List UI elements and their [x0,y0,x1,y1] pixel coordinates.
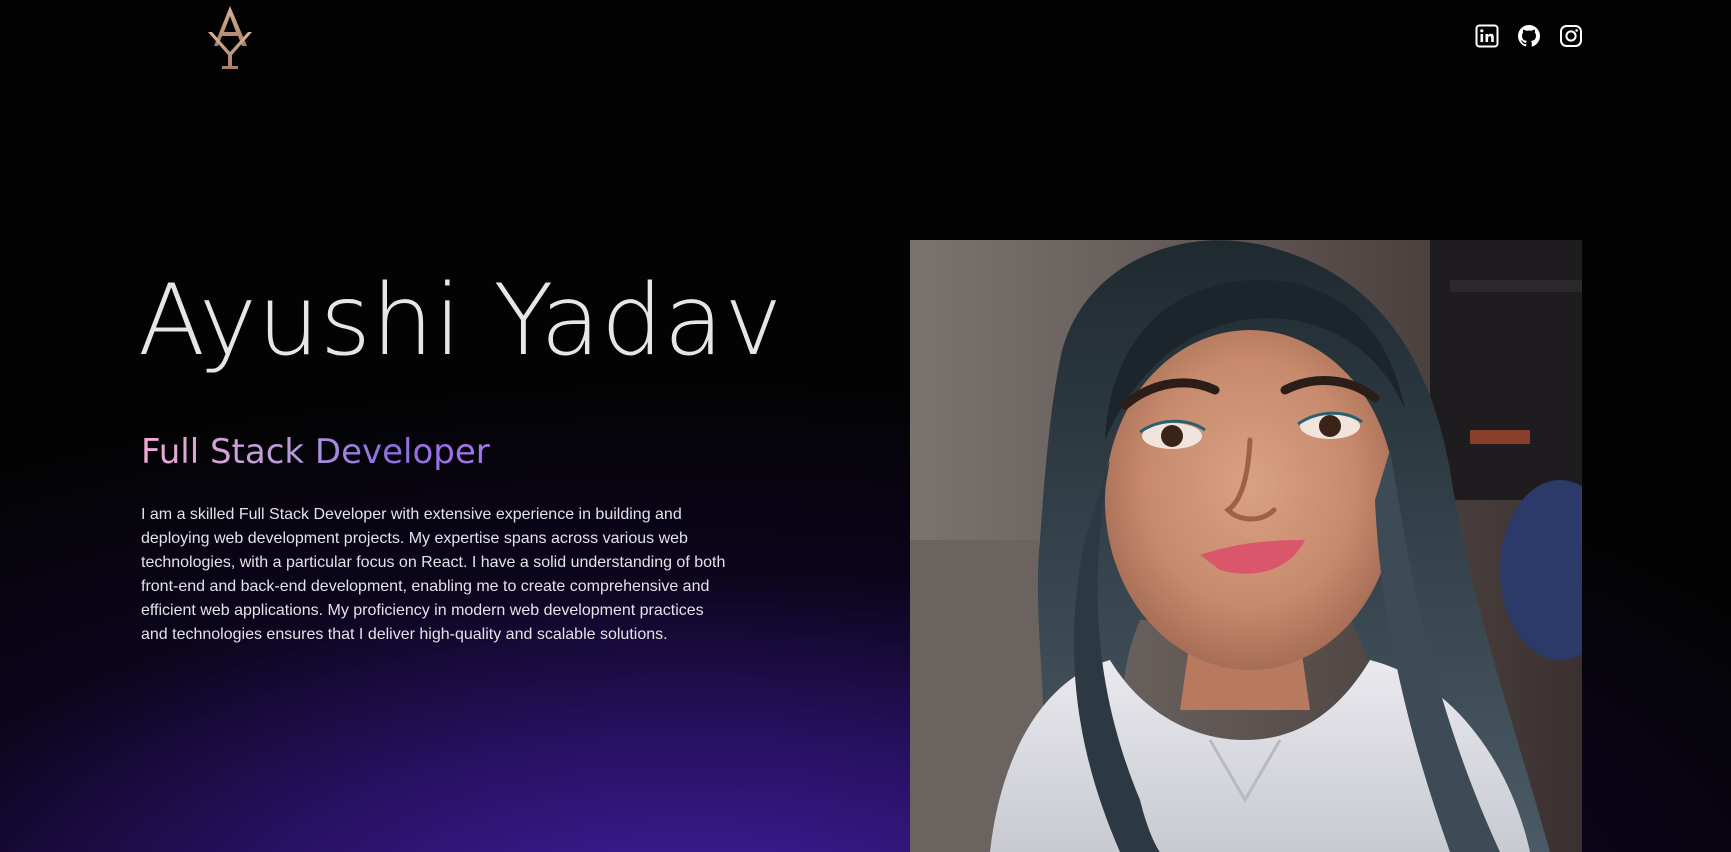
linkedin-icon [1475,24,1499,48]
profile-photo-illustration [910,240,1582,852]
social-links [1475,24,1583,48]
github-link[interactable] [1517,24,1541,48]
github-icon [1518,25,1540,47]
hero-role: Full Stack Developer [141,428,490,476]
instagram-link[interactable] [1559,24,1583,48]
hero-bio: I am a skilled Full Stack Developer with… [141,506,726,643]
linkedin-link[interactable] [1475,24,1499,48]
profile-photo [910,240,1582,852]
ay-monogram-icon [208,6,252,69]
hero-name: Ayushi Yadav [138,264,783,378]
site-logo[interactable] [200,2,260,72]
portfolio-page: Ayushi Yadav Full Stack Developer I am a… [0,0,1731,852]
instagram-icon [1560,25,1582,47]
